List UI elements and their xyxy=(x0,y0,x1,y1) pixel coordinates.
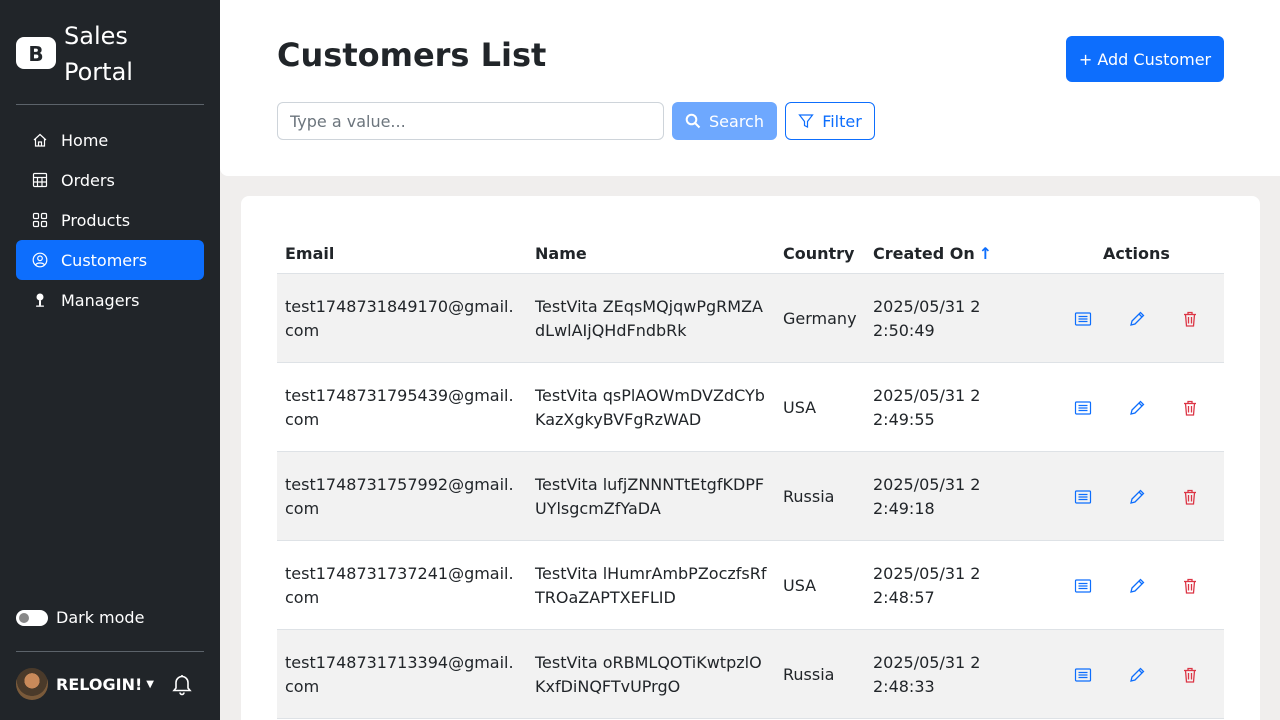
column-header-actions: Actions xyxy=(1103,244,1170,263)
customers-table: Email Name Country Created On ↑ Actions t… xyxy=(241,196,1260,720)
filter-button[interactable]: Filter xyxy=(785,102,875,140)
bell-icon[interactable] xyxy=(170,672,194,696)
trash-icon[interactable] xyxy=(1181,310,1199,328)
cell-created-on: 2025/05/31 22:48:57 xyxy=(873,563,981,607)
column-header-created-on[interactable]: Created On ↑ xyxy=(873,244,992,263)
column-header-name[interactable]: Name xyxy=(535,244,587,263)
page-header: Customers List + Add Customer Search Fil… xyxy=(220,0,1280,176)
table-row: test1748731795439@gmail.com TestVita qsPl… xyxy=(277,363,1224,452)
sidebar-item-label: Managers xyxy=(61,290,140,310)
avatar xyxy=(16,668,48,700)
sidebar-item-label: Products xyxy=(61,210,131,230)
details-icon[interactable] xyxy=(1074,399,1092,417)
pencil-icon[interactable] xyxy=(1128,399,1146,417)
pencil-icon[interactable] xyxy=(1128,577,1146,595)
table-row: test1748731713394@gmail.com TestVita oRBM… xyxy=(277,630,1224,719)
cell-email: test1748731849170@gmail.com xyxy=(285,296,514,340)
column-header-country[interactable]: Country xyxy=(783,244,854,263)
search-button-label: Search xyxy=(709,111,764,131)
details-icon[interactable] xyxy=(1074,666,1092,684)
sidebar-item-label: Orders xyxy=(61,170,115,190)
dark-mode-toggle[interactable]: Dark mode xyxy=(16,608,144,627)
cell-created-on: 2025/05/31 22:48:33 xyxy=(873,652,981,696)
sidebar-divider xyxy=(16,104,204,105)
cell-country: Germany xyxy=(783,308,857,328)
table-body: test1748731849170@gmail.com TestVita ZEqs… xyxy=(277,274,1224,719)
table-row: test1748731849170@gmail.com TestVita ZEqs… xyxy=(277,274,1224,363)
search-input[interactable] xyxy=(277,102,664,140)
cell-email: test1748731795439@gmail.com xyxy=(285,385,514,429)
search-button[interactable]: Search xyxy=(672,102,777,140)
details-icon[interactable] xyxy=(1074,488,1092,506)
trash-icon[interactable] xyxy=(1181,399,1199,417)
trash-icon[interactable] xyxy=(1181,577,1199,595)
add-customer-button[interactable]: + Add Customer xyxy=(1066,36,1224,82)
grid-icon xyxy=(32,212,48,228)
sort-ascending-icon: ↑ xyxy=(978,244,993,263)
cell-email: test1748731757992@gmail.com xyxy=(285,474,514,518)
pencil-icon[interactable] xyxy=(1128,666,1146,684)
sidebar-item-products[interactable]: Products xyxy=(16,200,204,240)
table-row: test1748731737241@gmail.com TestVita lHum… xyxy=(277,541,1224,630)
table-row: test1748731757992@gmail.com TestVita lufj… xyxy=(277,452,1224,541)
table-icon xyxy=(32,172,48,188)
sidebar-item-managers[interactable]: Managers xyxy=(16,280,204,320)
dark-mode-switch[interactable] xyxy=(16,609,48,626)
brand-name: Sales Portal xyxy=(64,22,133,86)
cell-country: USA xyxy=(783,575,817,595)
cell-name: TestVita oRBMLQOTiKwtpzlOKxfDiNQFTvUPrgO xyxy=(535,652,762,696)
search-icon xyxy=(685,113,701,129)
caret-down-icon[interactable]: ▼ xyxy=(146,679,154,690)
brand[interactable]: B Sales Portal xyxy=(16,18,144,90)
sidebar-item-label: Home xyxy=(61,130,109,150)
trash-icon[interactable] xyxy=(1181,666,1199,684)
trash-icon[interactable] xyxy=(1181,488,1199,506)
person-icon xyxy=(32,292,48,308)
sidebar: B Sales Portal Home Orders Products Cust… xyxy=(0,0,220,720)
cell-email: test1748731737241@gmail.com xyxy=(285,563,514,607)
cell-name: TestVita ZEqsMQjqwPgRMZAdLwlAIjQHdFndbRk xyxy=(535,296,763,340)
sidebar-divider xyxy=(16,651,204,652)
cell-created-on: 2025/05/31 22:49:18 xyxy=(873,474,981,518)
cell-created-on: 2025/05/31 22:50:49 xyxy=(873,296,981,340)
pencil-icon[interactable] xyxy=(1128,310,1146,328)
details-icon[interactable] xyxy=(1074,310,1092,328)
person-circle-icon xyxy=(32,252,48,268)
sidebar-item-home[interactable]: Home xyxy=(16,120,204,160)
house-icon xyxy=(32,132,48,148)
sidebar-item-orders[interactable]: Orders xyxy=(16,160,204,200)
table-header: Email Name Country Created On ↑ Actions xyxy=(277,232,1224,274)
sidebar-item-customers[interactable]: Customers xyxy=(16,240,204,280)
sidebar-item-label: Customers xyxy=(61,250,148,270)
cell-name: TestVita lufjZNNNTtEtgfKDPFUYlsgcmZfYaDA xyxy=(535,474,765,518)
funnel-icon xyxy=(798,113,814,129)
cell-country: Russia xyxy=(783,486,835,506)
cell-country: Russia xyxy=(783,664,835,684)
filter-button-label: Filter xyxy=(822,111,862,131)
cell-country: USA xyxy=(783,397,817,417)
svg-text:B: B xyxy=(28,42,43,66)
sidebar-nav: Home Orders Products Customers Managers xyxy=(16,120,204,320)
dark-mode-label: Dark mode xyxy=(56,608,145,627)
column-header-label: Created On xyxy=(873,244,975,263)
user-menu[interactable]: RELOGIN! ▼ xyxy=(16,668,194,700)
cell-name: TestVita lHumrAmbPZoczfsRfTROaZAPTXEFLID xyxy=(535,563,767,607)
user-name[interactable]: RELOGIN! xyxy=(56,675,142,694)
page-title: Customers List xyxy=(277,36,547,74)
bootstrap-logo-icon: B xyxy=(16,37,56,69)
details-icon[interactable] xyxy=(1074,577,1092,595)
pencil-icon[interactable] xyxy=(1128,488,1146,506)
cell-name: TestVita qsPlAOWmDVZdCYbKazXgkyBVFgRzWAD xyxy=(535,385,765,429)
column-header-email[interactable]: Email xyxy=(285,244,334,263)
cell-created-on: 2025/05/31 22:49:55 xyxy=(873,385,981,429)
cell-email: test1748731713394@gmail.com xyxy=(285,652,514,696)
